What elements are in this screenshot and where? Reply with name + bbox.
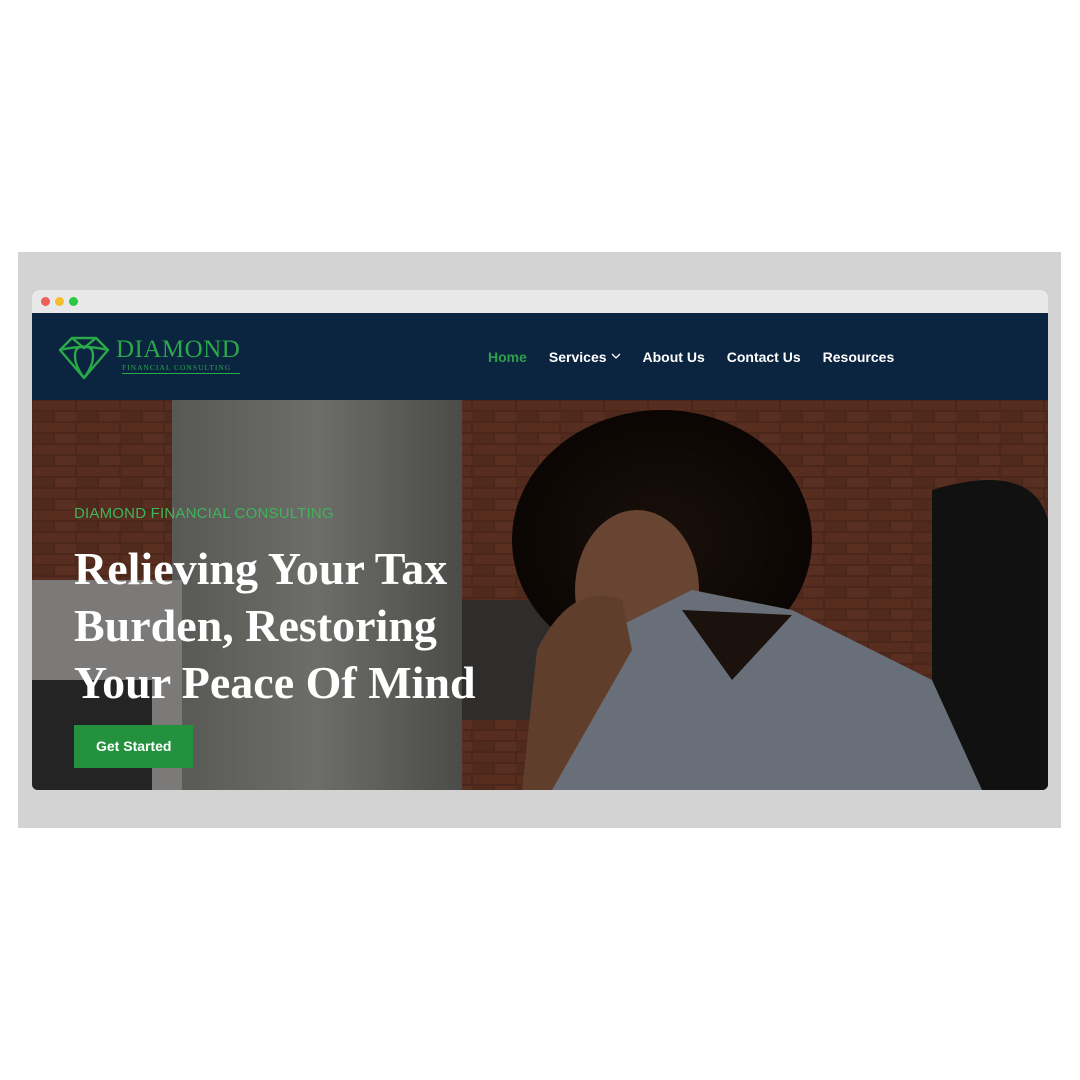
nav-item-label: Services [548, 348, 607, 365]
logo-wordmark: DIAMOND FINANCIAL CONSULTING [116, 335, 241, 374]
minimize-window-dot[interactable] [55, 297, 64, 306]
get-started-button[interactable]: Get Started [74, 725, 194, 768]
logo-name: DIAMOND [116, 335, 241, 363]
logo-tagline: FINANCIAL CONSULTING [122, 363, 241, 374]
nav-item-label: Contact Us [726, 348, 801, 365]
hero-eyebrow: DIAMOND FINANCIAL CONSULTING [74, 505, 334, 522]
hero-section: DIAMOND FINANCIAL CONSULTING Relieving Y… [32, 400, 1048, 790]
close-window-dot[interactable] [41, 297, 50, 306]
nav-item-label: About Us [642, 348, 705, 365]
hero-headline-line: Burden, Restoring [74, 600, 437, 651]
nav-item-label: Resources [822, 348, 895, 365]
hero-headline: Relieving Your Tax Burden, Restoring You… [74, 540, 524, 711]
main-navigation: Home Services About Us Contact Us Resour… [488, 313, 916, 400]
nav-item-contact-us[interactable]: Contact Us [727, 349, 801, 365]
site-header: DIAMOND FINANCIAL CONSULTING Home Servic… [32, 313, 1048, 400]
nav-item-services[interactable]: Services [549, 349, 621, 365]
diamond-logo-icon [58, 336, 110, 380]
nav-item-home[interactable]: Home [488, 349, 527, 365]
maximize-window-dot[interactable] [69, 297, 78, 306]
browser-window: DIAMOND FINANCIAL CONSULTING Home Servic… [32, 290, 1048, 790]
nav-item-label: Home [488, 348, 527, 365]
nav-item-resources[interactable]: Resources [823, 349, 895, 365]
hero-headline-line: Relieving Your Tax [74, 543, 448, 594]
hero-headline-line: Your Peace Of Mind [74, 657, 476, 708]
nav-item-about-us[interactable]: About Us [643, 349, 705, 365]
window-titlebar [32, 290, 1048, 313]
chevron-down-icon [611, 353, 620, 359]
site-logo[interactable]: DIAMOND FINANCIAL CONSULTING [56, 330, 241, 380]
hero-content: DIAMOND FINANCIAL CONSULTING Relieving Y… [74, 505, 524, 768]
